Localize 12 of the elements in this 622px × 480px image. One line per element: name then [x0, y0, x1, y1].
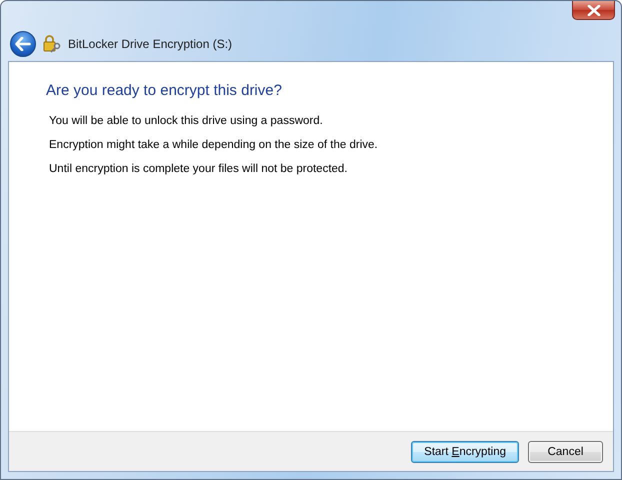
info-text: You will be able to unlock this drive using a password.: [49, 115, 324, 127]
page-heading: Are you ready to encrypt this drive?: [46, 82, 283, 99]
default-button[interactable]: Start Encrypting: [411, 440, 519, 462]
dialog-button[interactable]: Cancel: [528, 440, 603, 462]
back-arrow-icon: [15, 37, 31, 51]
window-title: BitLocker Drive Encryption (S:): [68, 37, 232, 51]
close-icon: [586, 4, 600, 16]
info-text: Encryption might take a while depending on the size of the drive.: [49, 139, 379, 151]
close-button[interactable]: [572, 1, 615, 20]
padlock-key-icon: [42, 35, 62, 53]
info-text: Until encryption is complete your files will not be protected.: [49, 163, 349, 175]
back-button[interactable]: [10, 31, 36, 57]
